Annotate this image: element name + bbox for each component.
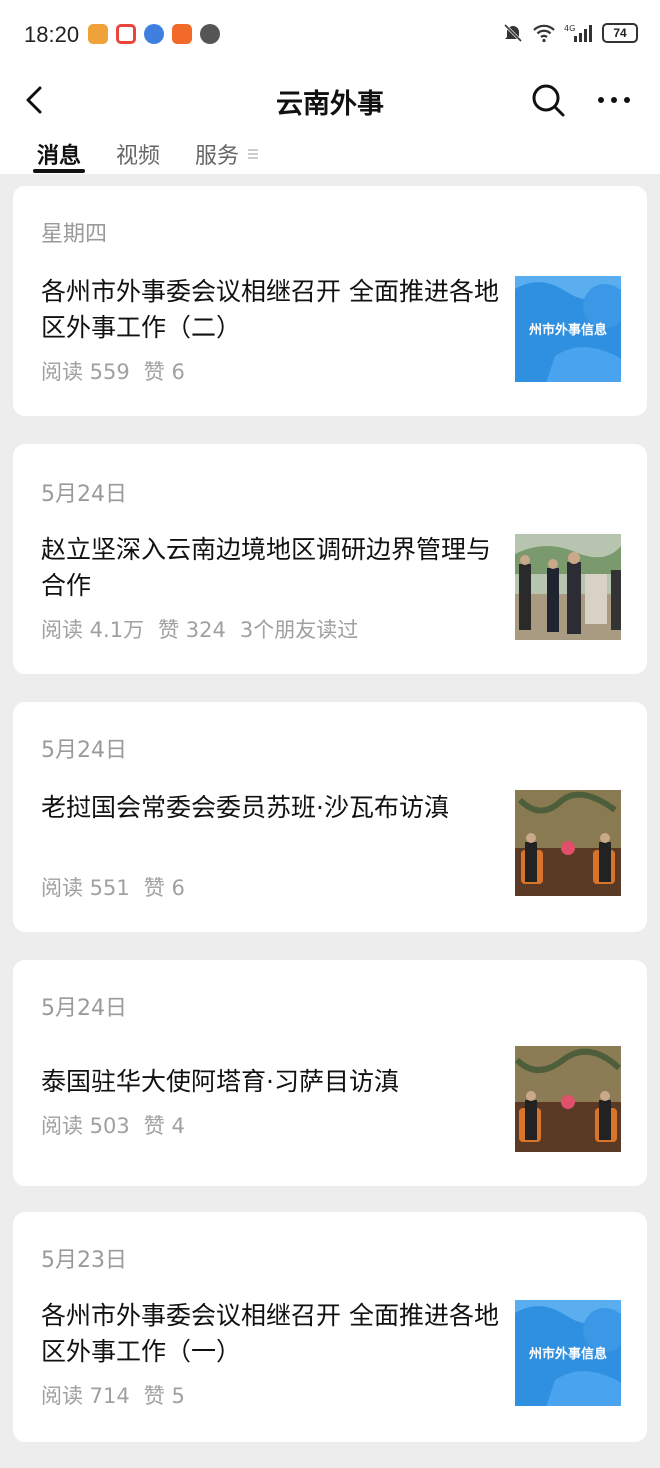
wifi-icon xyxy=(533,24,555,43)
article-card[interactable]: 5月23日 各州市外事委会议相继召开 全面推进各地区外事工作（一） 阅读 714… xyxy=(13,1212,647,1442)
search-icon[interactable] xyxy=(528,80,568,120)
chat-notification-icon xyxy=(200,24,220,44)
notification-icons xyxy=(88,24,220,44)
thumbnail-caption: 州市外事信息 xyxy=(528,322,607,338)
article-card[interactable]: 5月24日 老挝国会常委会委员苏班·沙瓦布访滇 阅读 551 赞 6 xyxy=(13,702,647,932)
article-title[interactable]: 各州市外事委会议相继召开 全面推进各地区外事工作（一） xyxy=(41,1298,501,1370)
article-thumbnail[interactable]: 州市外事信息 xyxy=(515,276,621,382)
battery-indicator: 74 xyxy=(602,23,638,43)
like-count: 赞 324 xyxy=(158,618,226,642)
tab-bar: 消息 视频 服务 xyxy=(0,134,660,174)
mute-bell-icon xyxy=(503,23,523,43)
tab-services[interactable]: 服务 xyxy=(195,138,239,170)
friends-read: 3个朋友读过 xyxy=(239,618,359,642)
article-card[interactable]: 星期四 各州市外事委会议相继召开 全面推进各地区外事工作（二） 阅读 559 赞 … xyxy=(13,186,647,416)
weibo-notification-icon xyxy=(88,24,108,44)
app-notification-icon xyxy=(116,24,136,44)
article-date: 5月24日 xyxy=(41,996,127,1021)
article-thumbnail[interactable]: 州市外事信息 xyxy=(515,1300,621,1406)
like-count: 赞 5 xyxy=(143,1384,185,1408)
like-count: 赞 4 xyxy=(143,1114,185,1138)
article-meta: 阅读 559 赞 6 xyxy=(41,356,199,386)
article-title[interactable]: 老挝国会常委会委员苏班·沙瓦布访滇 xyxy=(41,790,501,826)
article-date: 5月23日 xyxy=(41,1248,127,1273)
article-thumbnail[interactable] xyxy=(515,790,621,896)
read-count: 阅读 551 xyxy=(41,876,130,900)
status-time: 18:20 xyxy=(24,22,80,47)
article-title[interactable]: 泰国驻华大使阿塔育·习萨目访滇 xyxy=(41,1064,501,1100)
network-type: 4G xyxy=(564,24,575,33)
taobao-notification-icon xyxy=(172,24,192,44)
status-bar: 18:20 4G 74 xyxy=(0,0,660,70)
article-meta: 阅读 714 赞 5 xyxy=(41,1380,199,1410)
article-thumbnail[interactable] xyxy=(515,534,621,640)
article-title[interactable]: 各州市外事委会议相继召开 全面推进各地区外事工作（二） xyxy=(41,274,501,346)
like-count: 赞 6 xyxy=(143,876,185,900)
article-thumbnail[interactable] xyxy=(515,1046,621,1152)
read-count: 阅读 4.1万 xyxy=(41,618,145,642)
article-date: 5月24日 xyxy=(41,482,127,507)
read-count: 阅读 714 xyxy=(41,1384,130,1408)
system-icons: 4G 74 xyxy=(502,22,638,44)
browser-notification-icon xyxy=(144,24,164,44)
thumbnail-caption: 州市外事信息 xyxy=(528,1346,607,1362)
more-icon[interactable] xyxy=(592,80,636,120)
article-card[interactable]: 5月24日 泰国驻华大使阿塔育·习萨目访滇 阅读 503 赞 4 xyxy=(13,960,647,1186)
article-title[interactable]: 赵立坚深入云南边境地区调研边界管理与合作 xyxy=(41,532,501,604)
menu-icon[interactable] xyxy=(247,148,259,160)
tab-videos[interactable]: 视频 xyxy=(116,138,160,170)
article-meta: 阅读 551 赞 6 xyxy=(41,872,199,902)
article-date: 星期四 xyxy=(41,222,108,247)
article-date: 5月24日 xyxy=(41,738,127,763)
account-header: 云南外事 消息 视频 服务 xyxy=(0,70,660,174)
tab-messages[interactable]: 消息 xyxy=(37,138,81,170)
article-card[interactable]: 5月24日 赵立坚深入云南边境地区调研边界管理与合作 阅读 4.1万赞 324 3… xyxy=(13,444,647,674)
article-meta: 阅读 503 赞 4 xyxy=(41,1110,199,1140)
active-tab-indicator xyxy=(33,169,85,173)
like-count: 赞 6 xyxy=(143,360,185,384)
read-count: 阅读 503 xyxy=(41,1114,130,1138)
read-count: 阅读 559 xyxy=(41,360,130,384)
article-meta: 阅读 4.1万赞 324 3个朋友读过 xyxy=(41,614,372,644)
signal-icon: 4G xyxy=(564,24,592,42)
